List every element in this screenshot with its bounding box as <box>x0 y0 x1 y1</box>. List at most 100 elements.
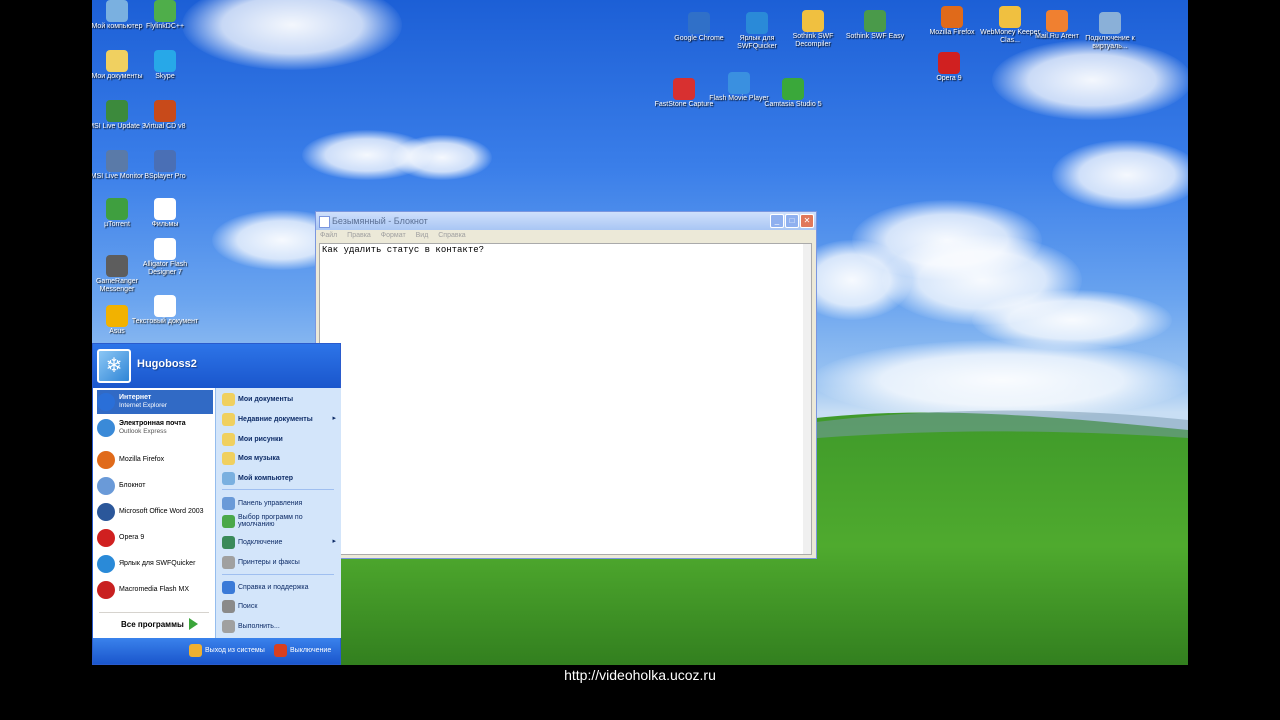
pinned-item-subtitle: Internet Explorer <box>119 402 168 409</box>
start-menu-place-item[interactable]: Мой компьютер <box>222 469 337 487</box>
start-menu-place-item[interactable]: Недавние документы ▸ <box>222 410 337 428</box>
place-item-label: Поиск <box>238 602 258 610</box>
vertical-scrollbar[interactable] <box>803 244 811 554</box>
recent-item-label: Блокнот <box>119 482 146 489</box>
logoff-button[interactable]: Выход из системы <box>189 644 265 657</box>
search-icon <box>222 599 235 613</box>
desktop-icon[interactable]: Текстовый документ <box>130 295 200 326</box>
close-button[interactable]: ✕ <box>800 214 814 228</box>
notepad-text-area[interactable]: Как удалить статус в контакте? <box>319 243 812 555</box>
pinned-item-text: Интернет Internet Explorer <box>119 394 167 410</box>
opera-icon <box>938 52 960 74</box>
start-menu-place-item[interactable]: Мои документы <box>222 390 337 408</box>
desktop-icon-label: Virtual CD v8 <box>144 123 186 130</box>
submenu-arrow-icon: ▸ <box>332 538 336 545</box>
start-menu-place-item[interactable]: Выполнить... <box>222 617 337 635</box>
mailru-agent-icon <box>1046 10 1068 32</box>
notepad-titlebar[interactable]: Безымянный - Блокнот _ □ ✕ <box>316 212 816 230</box>
start-menu-recent-item[interactable]: Macromedia Flash MX <box>97 578 213 602</box>
desktop-icon[interactable]: Sothink SWF Easy <box>840 10 910 41</box>
start-menu-place-item[interactable]: Справка и поддержка <box>222 578 337 596</box>
pinned-item-title: Интернет <box>119 394 152 401</box>
my-pictures-icon <box>222 432 235 446</box>
menu-view[interactable]: Вид <box>416 232 429 239</box>
all-programs-button[interactable]: Все программы <box>121 618 198 630</box>
start-menu-programs: Интернет Internet Explorer Электронная поч… <box>93 388 215 638</box>
start-menu-pinned-item[interactable]: Интернет Internet Explorer <box>97 390 213 414</box>
sothink-decompiler-icon <box>802 10 824 32</box>
internet-explorer-icon <box>97 393 115 411</box>
virtual-cd-icon <box>154 100 176 122</box>
place-item-label: Подключение <box>238 538 283 546</box>
skype-icon <box>154 50 176 72</box>
start-menu-place-item[interactable]: Мои рисунки <box>222 430 337 448</box>
start-menu-recent-item[interactable]: Mozilla Firefox <box>97 448 213 472</box>
desktop-icon[interactable]: FlylinkDC++ <box>130 0 200 31</box>
minimize-button[interactable]: _ <box>770 214 784 228</box>
recent-documents-icon <box>222 412 235 426</box>
desktop-icon[interactable]: Фильмы <box>130 198 200 229</box>
recent-item-label: Opera 9 <box>119 534 145 541</box>
green-arrow-icon <box>188 618 198 630</box>
pinned-item-text: Электронная почта Outlook Express <box>119 420 186 436</box>
my-music-icon <box>222 451 235 465</box>
maximize-button[interactable]: □ <box>785 214 799 228</box>
menu-file[interactable]: Файл <box>320 232 337 239</box>
place-item-label: Мои рисунки <box>238 435 283 443</box>
start-menu-place-item[interactable]: Подключение ▸ <box>222 533 337 551</box>
desktop-icon[interactable]: Sothink SWF Decompiler <box>778 10 848 49</box>
text-document-icon <box>154 295 176 317</box>
flash-player-icon <box>728 72 750 94</box>
start-menu-recent-item[interactable]: Opera 9 <box>97 526 213 550</box>
firefox-icon <box>97 451 115 469</box>
desktop-icon[interactable]: Virtual CD v8 <box>130 100 200 131</box>
start-menu-recent-item[interactable]: Ярлык для SWFQuicker <box>97 552 213 576</box>
start-menu-place-item[interactable]: Поиск <box>222 597 337 615</box>
cloud <box>992 40 1188 120</box>
start-menu-places: Мои документы Недавние документы ▸ Мои рису… <box>215 388 341 638</box>
pinned-item-subtitle: Outlook Express <box>119 428 167 435</box>
desktop-icon[interactable]: Alligator Flash Designer 7 <box>130 238 200 277</box>
recent-item-label: Mozilla Firefox <box>119 456 165 463</box>
notepad-window[interactable]: Безымянный - Блокнот _ □ ✕ Файл Правка Ф… <box>315 211 817 559</box>
place-item-label: Недавние документы <box>238 415 313 423</box>
start-menu-header: ❄ Hugoboss2 <box>93 344 340 388</box>
menu-edit[interactable]: Правка <box>347 232 371 239</box>
shutdown-label: Выключение <box>290 647 332 654</box>
menu-format[interactable]: Формат <box>381 232 406 239</box>
desktop-icon[interactable]: BSplayer Pro <box>130 150 200 181</box>
firefox-icon <box>941 6 963 28</box>
menu-help[interactable]: Справка <box>438 232 465 239</box>
webmoney-icon <box>999 6 1021 28</box>
start-menu-recent-item[interactable]: Блокнот <box>97 474 213 498</box>
start-menu-place-item[interactable]: Панель управления <box>222 494 337 512</box>
desktop-icon[interactable]: Skype <box>130 50 200 81</box>
start-menu-recent-item[interactable]: Microsoft Office Word 2003 <box>97 500 213 524</box>
desktop-icon-label: Подключение к виртуаль... <box>1085 35 1135 50</box>
place-item-label: Панель управления <box>238 499 303 507</box>
desktop-icon[interactable]: Camtasia Studio 5 <box>758 78 828 109</box>
start-menu-place-item[interactable]: Моя музыка <box>222 449 337 467</box>
my-computer-icon <box>222 471 235 485</box>
submenu-arrow-icon: ▸ <box>332 415 336 422</box>
word-icon <box>97 503 115 521</box>
bsplayer-icon <box>154 150 176 172</box>
shutdown-button[interactable]: Выключение <box>274 644 331 657</box>
sothink-easy-icon <box>864 10 886 32</box>
camtasia-icon <box>782 78 804 100</box>
desktop-icon[interactable]: Opera 9 <box>914 52 984 83</box>
desktop-icon[interactable]: Подключение к виртуаль... <box>1075 12 1145 51</box>
start-menu-place-item[interactable]: Выбор программ по умолчанию <box>222 512 337 530</box>
start-menu-place-item[interactable]: Принтеры и факсы <box>222 553 337 571</box>
asus-icon <box>106 305 128 327</box>
user-avatar: ❄ <box>97 349 131 383</box>
logoff-label: Выход из системы <box>205 647 265 654</box>
start-menu-pinned-item[interactable]: Электронная почта Outlook Express <box>97 416 213 440</box>
flash-mx-icon <box>97 581 115 599</box>
desktop-icon-label: Sothink SWF Decompiler <box>792 33 834 48</box>
text-file-icon <box>154 198 176 220</box>
desktop-icon-label: Camtasia Studio 5 <box>764 101 822 108</box>
desktop-icon-label: Фильмы <box>151 221 179 228</box>
network-connection-icon <box>1099 12 1121 34</box>
all-programs-label: Все программы <box>121 619 184 629</box>
